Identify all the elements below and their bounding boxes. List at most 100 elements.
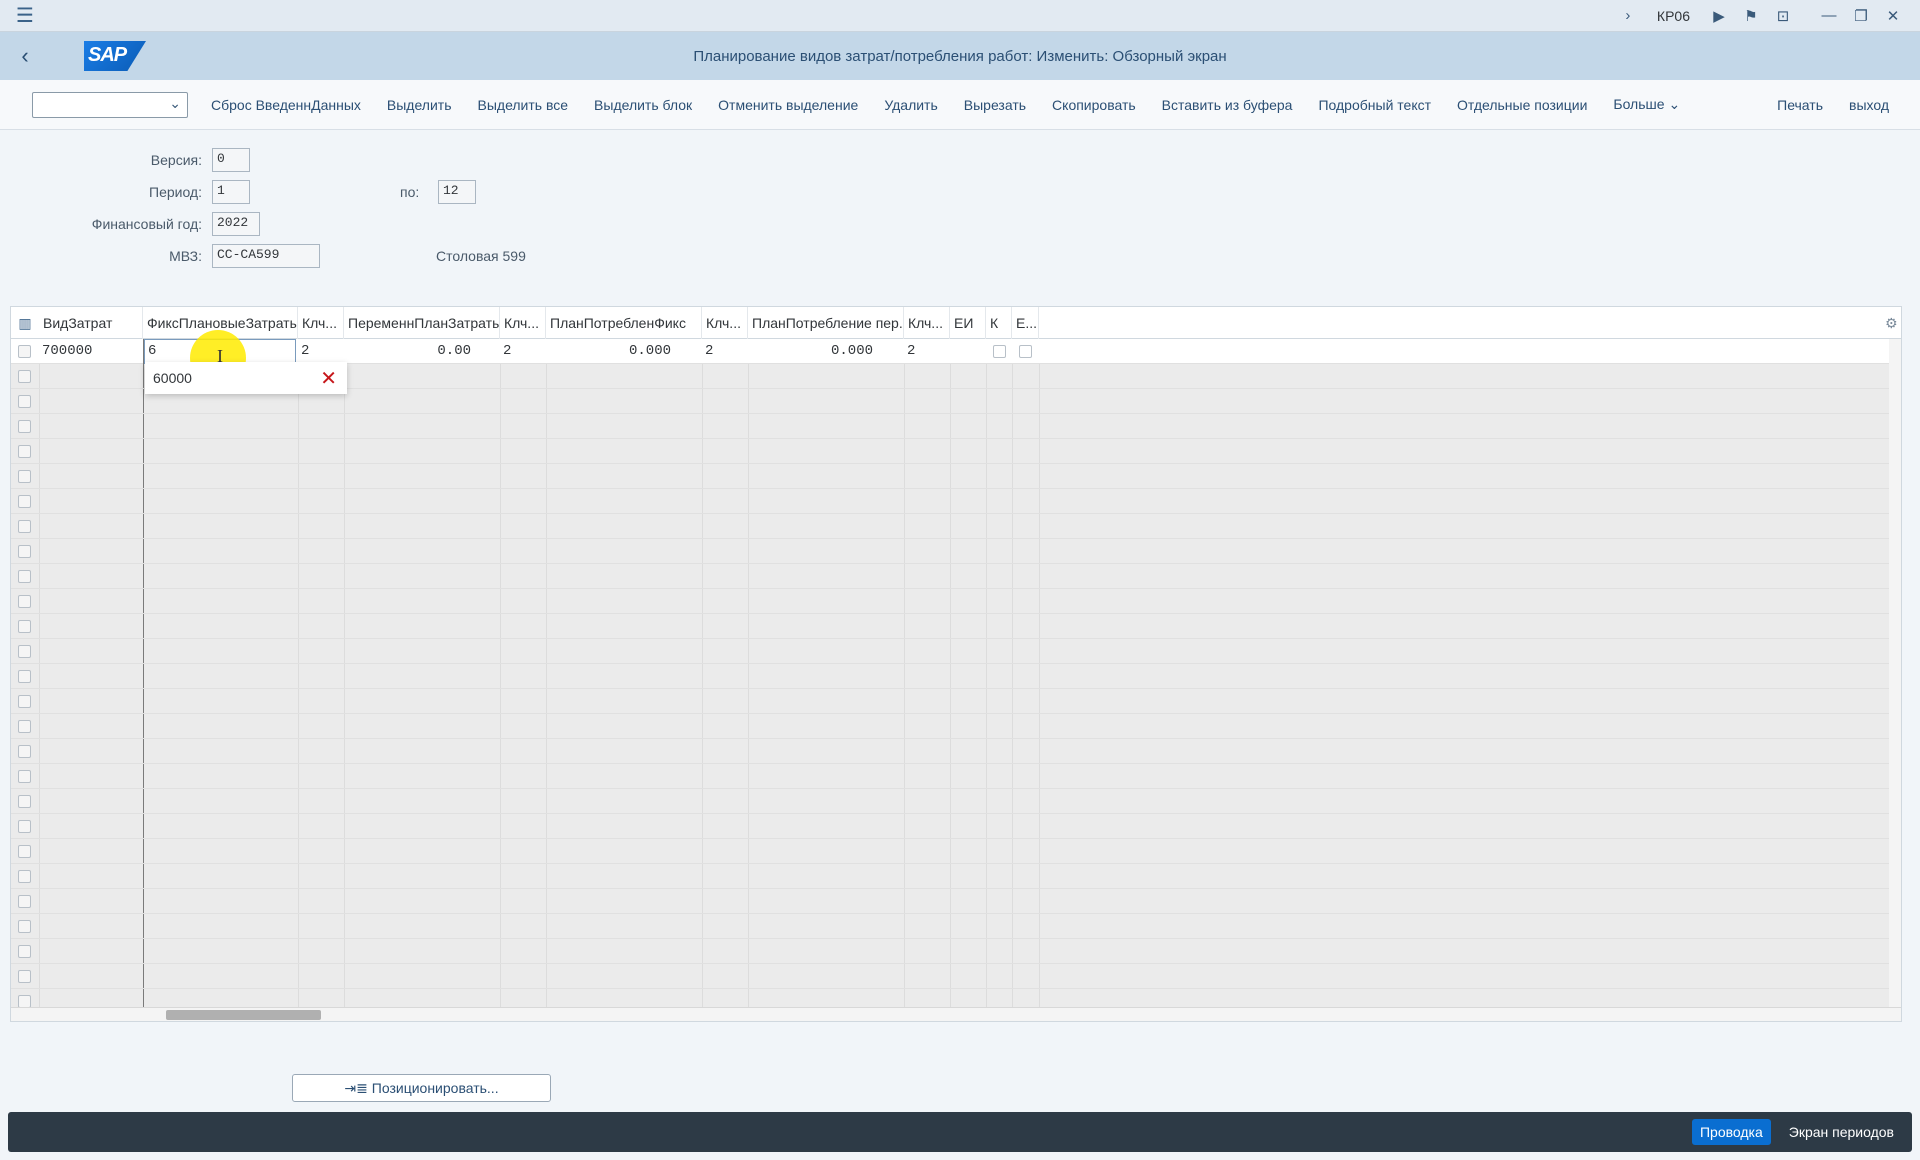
toolbar-select[interactable]: ⌄ [32, 91, 188, 118]
row-selector[interactable] [18, 595, 31, 608]
table-row[interactable] [11, 839, 1901, 864]
autocomplete-suggestion[interactable]: 60000 [153, 370, 192, 386]
row-selector[interactable] [18, 495, 31, 508]
row-selector[interactable] [18, 945, 31, 958]
row-selector[interactable] [18, 895, 31, 908]
paste-button[interactable]: Вставить из буфера [1149, 97, 1306, 113]
select-all-button[interactable]: Выделить все [465, 97, 582, 113]
row-selector[interactable] [18, 795, 31, 808]
header-plan-fix[interactable]: ПланПотребленФикс [546, 307, 702, 339]
table-row[interactable] [11, 764, 1901, 789]
table-row[interactable] [11, 939, 1901, 964]
row-selector[interactable] [18, 520, 31, 533]
select-button[interactable]: Выделить [374, 97, 465, 113]
version-field[interactable]: 0 [212, 148, 250, 172]
header-e[interactable]: Е... [1012, 307, 1039, 339]
row-selector[interactable] [18, 670, 31, 683]
row-selector[interactable] [18, 645, 31, 658]
row-selector[interactable] [18, 970, 31, 983]
table-row[interactable] [11, 864, 1901, 889]
table-row[interactable] [11, 714, 1901, 739]
table-row[interactable] [11, 664, 1901, 689]
row-selector[interactable] [18, 770, 31, 783]
row-selector[interactable] [18, 720, 31, 733]
table-row[interactable] [11, 639, 1901, 664]
header-plan-var[interactable]: ПланПотребление пер. [748, 307, 904, 339]
table-row[interactable] [11, 439, 1901, 464]
play-icon[interactable]: ▶ [1710, 7, 1728, 25]
vertical-scrollbar[interactable] [1889, 339, 1901, 1009]
autocomplete-popup[interactable]: 60000 ✕ [145, 362, 347, 394]
table-row[interactable] [11, 514, 1901, 539]
row-selector[interactable] [18, 445, 31, 458]
row-selector[interactable] [18, 845, 31, 858]
scrollbar-thumb[interactable] [166, 1010, 321, 1020]
row-selector[interactable] [18, 745, 31, 758]
table-row[interactable] [11, 614, 1901, 639]
header-variable-cost[interactable]: ПеременнПланЗатраты [344, 307, 500, 339]
variable-cost-cell[interactable]: 0.00 [344, 339, 474, 364]
header-key-4[interactable]: Клч... [904, 307, 950, 339]
row-selector[interactable] [18, 820, 31, 833]
reset-input-button[interactable]: Сброс ВведеннДанных [198, 97, 374, 113]
fiscal-year-field[interactable]: 2022 [212, 212, 260, 236]
key-4-cell[interactable]: 2 [904, 339, 950, 364]
more-button[interactable]: Больше ⌄ [1600, 96, 1693, 113]
minimize-icon[interactable]: — [1820, 7, 1838, 24]
deselect-button[interactable]: Отменить выделение [705, 97, 871, 113]
table-row[interactable] [11, 489, 1901, 514]
table-row[interactable] [11, 914, 1901, 939]
row-selector[interactable] [18, 470, 31, 483]
delete-button[interactable]: Удалить [871, 97, 950, 113]
period-screen-button[interactable]: Экран периодов [1785, 1119, 1898, 1145]
exit-button[interactable]: выход [1836, 97, 1902, 113]
plan-fix-cell[interactable]: 0.000 [546, 339, 674, 364]
row-selector[interactable] [18, 870, 31, 883]
row-selector[interactable] [18, 545, 31, 558]
back-icon[interactable]: ‹ [0, 43, 50, 69]
post-button[interactable]: Проводка [1691, 1119, 1771, 1145]
table-row[interactable] [11, 789, 1901, 814]
hamburger-menu-icon[interactable]: ☰ [0, 0, 50, 32]
row-selector[interactable] [18, 695, 31, 708]
unlock-icon[interactable]: ⊡ [1774, 7, 1792, 25]
header-cost-element[interactable]: ВидЗатрат [39, 307, 143, 339]
close-icon[interactable]: ✕ [1884, 7, 1902, 25]
restore-icon[interactable]: ❐ [1852, 7, 1870, 25]
column-settings-icon[interactable]: ▥ [11, 307, 39, 339]
row-selector[interactable] [18, 370, 31, 383]
single-items-button[interactable]: Отдельные позиции [1444, 97, 1600, 113]
period-from-field[interactable]: 1 [212, 180, 250, 204]
key-1-cell[interactable]: 2 [298, 339, 344, 364]
cut-button[interactable]: Вырезать [951, 97, 1039, 113]
row-selector[interactable] [18, 420, 31, 433]
table-row[interactable] [11, 964, 1901, 989]
table-row[interactable] [11, 889, 1901, 914]
table-row[interactable] [11, 564, 1901, 589]
cost-element-cell[interactable]: 700000 [39, 339, 143, 364]
header-key-3[interactable]: Клч... [702, 307, 748, 339]
plan-var-cell[interactable]: 0.000 [748, 339, 876, 364]
horizontal-scrollbar[interactable] [11, 1007, 1901, 1021]
table-row[interactable] [11, 689, 1901, 714]
print-button[interactable]: Печать [1764, 97, 1836, 113]
row-selector[interactable] [18, 570, 31, 583]
detail-text-button[interactable]: Подробный текст [1305, 97, 1444, 113]
table-row[interactable] [11, 589, 1901, 614]
header-unit[interactable]: ЕИ [950, 307, 986, 339]
table-row[interactable] [11, 814, 1901, 839]
period-to-field[interactable]: 12 [438, 180, 476, 204]
k-checkbox[interactable] [993, 345, 1006, 358]
table-row[interactable]: 700000 6 2 0.00 2 0.000 2 0.000 2 [11, 339, 1901, 364]
copy-button[interactable]: Скопировать [1039, 97, 1149, 113]
header-k[interactable]: К [986, 307, 1012, 339]
table-row[interactable] [11, 739, 1901, 764]
key-2-cell[interactable]: 2 [500, 339, 546, 364]
chevron-right-icon[interactable]: › [1619, 7, 1637, 24]
table-row[interactable] [11, 414, 1901, 439]
row-selector[interactable] [18, 395, 31, 408]
row-selector[interactable] [18, 920, 31, 933]
header-key-2[interactable]: Клч... [500, 307, 546, 339]
row-selector[interactable] [18, 345, 31, 358]
settings-icon[interactable]: ⚙ [1885, 307, 1901, 339]
